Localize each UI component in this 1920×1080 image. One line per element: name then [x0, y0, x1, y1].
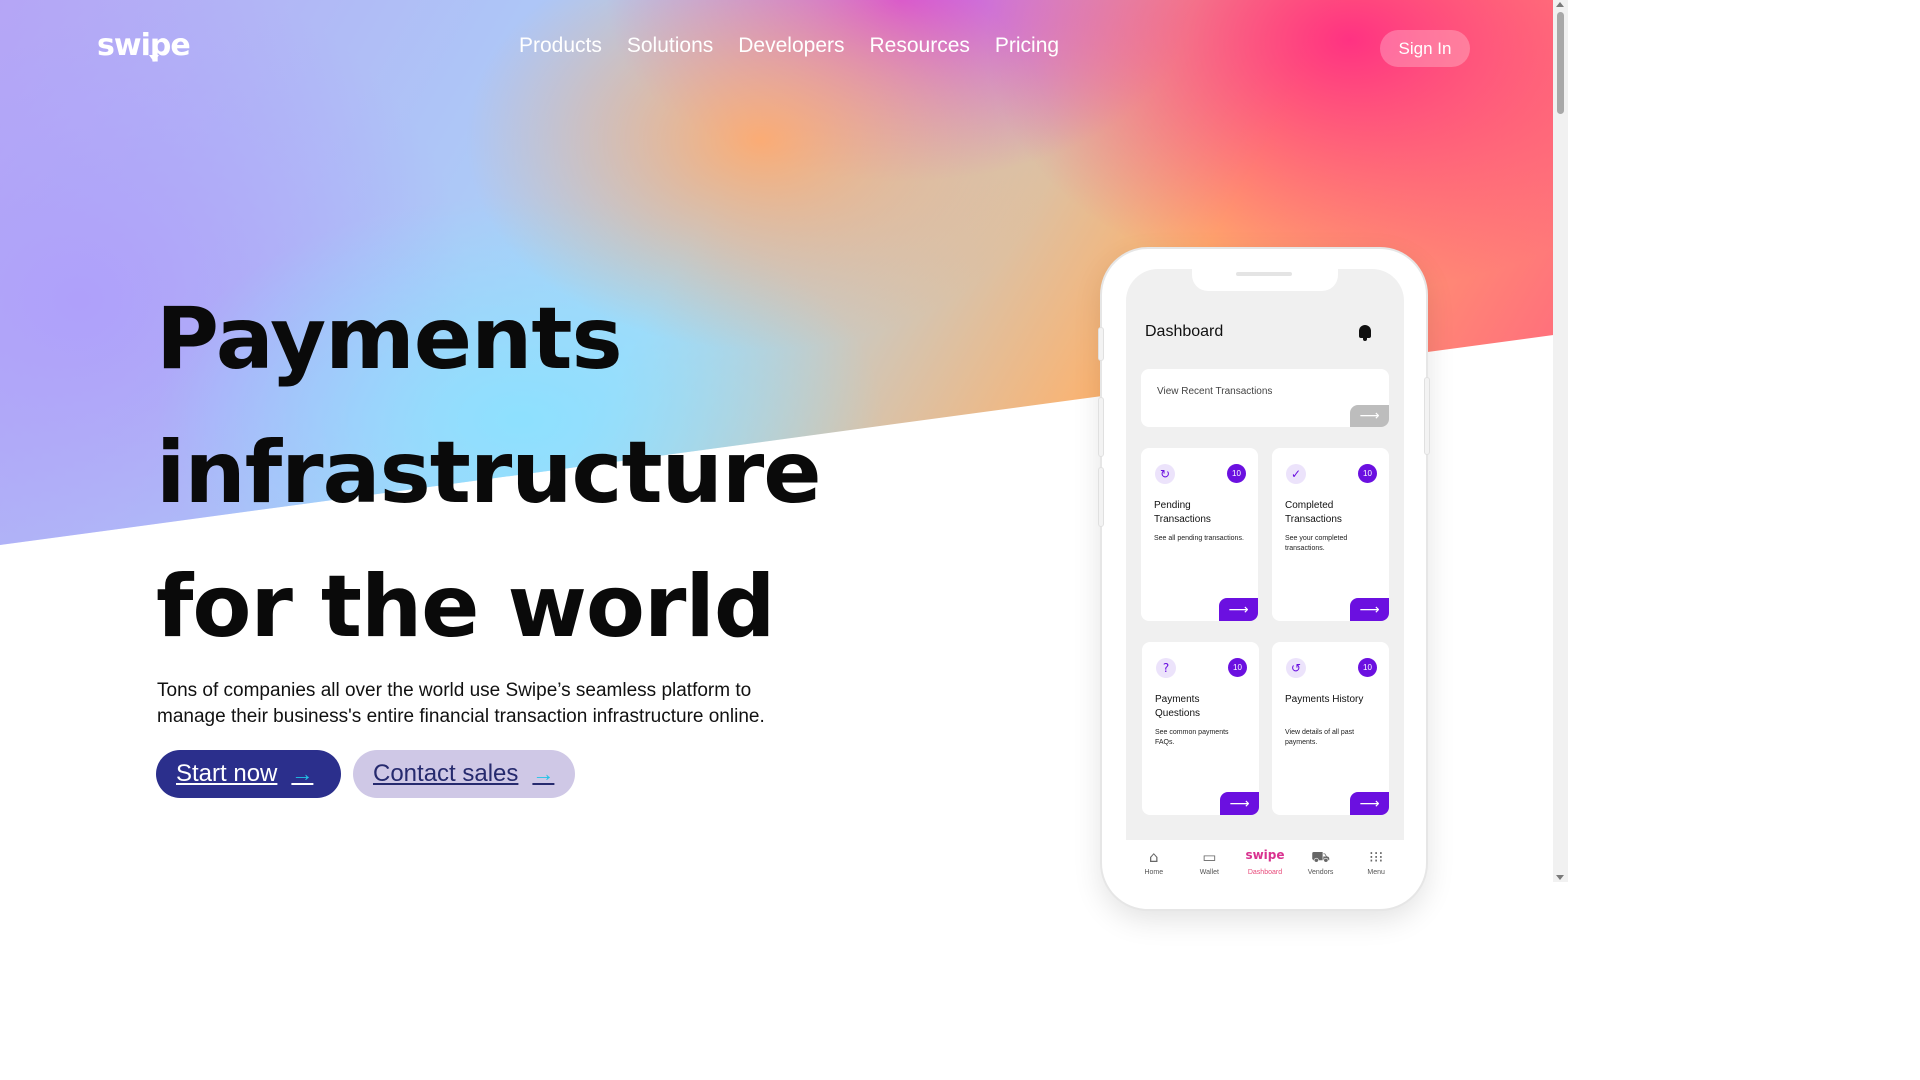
page-scrollbar[interactable]: [1553, 0, 1568, 882]
scroll-up-icon[interactable]: [1556, 2, 1564, 7]
card-description: See all pending transactions.: [1154, 535, 1244, 542]
card-title: Completed Transactions: [1285, 500, 1342, 525]
arrow-right-icon[interactable]: ⟶: [1220, 792, 1259, 815]
tab-label: Wallet: [1199, 869, 1219, 876]
completed-transactions-card[interactable]: ✓ 10 Completed Transactions See your com…: [1272, 448, 1389, 621]
count-badge: 10: [1227, 464, 1246, 483]
phone-side-button: [1098, 327, 1104, 361]
arrow-right-icon: →: [532, 761, 555, 786]
headline-line-2: infrastructure: [156, 423, 822, 523]
nav-resources[interactable]: Resources: [870, 34, 970, 58]
logo-arrow-icon: [149, 55, 159, 62]
count-badge: 10: [1358, 658, 1377, 677]
hero-headline: Payments infrastructure for the world: [156, 272, 822, 674]
phone-tab-bar: ⌂ Home ▭ Wallet swipe Dashboard ⛟ Vendor…: [1126, 840, 1404, 900]
tab-home[interactable]: ⌂ Home: [1130, 848, 1178, 900]
tab-wallet[interactable]: ▭ Wallet: [1185, 848, 1233, 900]
history-icon: ↺: [1286, 658, 1306, 678]
phone-side-button: [1424, 377, 1430, 455]
start-now-label: Start now: [176, 760, 278, 787]
cart-icon: ⛟: [1311, 848, 1331, 866]
refresh-icon: ↻: [1155, 464, 1175, 484]
swipe-logo[interactable]: swipe: [97, 28, 191, 63]
arrow-right-icon: →: [291, 761, 314, 786]
tab-label: Menu: [1367, 869, 1385, 876]
recent-transactions-card[interactable]: View Recent Transactions ⟶: [1141, 369, 1389, 427]
bell-icon[interactable]: [1359, 325, 1371, 341]
headline-line-3: for the world: [156, 557, 775, 657]
question-icon: ?: [1156, 658, 1176, 678]
start-now-button[interactable]: Start now →: [156, 750, 341, 798]
recent-transactions-label: View Recent Transactions: [1157, 386, 1273, 397]
headline-line-1: Payments: [156, 289, 623, 389]
scroll-down-icon[interactable]: [1556, 875, 1564, 880]
payments-history-card[interactable]: ↺ 10 Payments History View details of al…: [1272, 642, 1389, 815]
grid-menu-icon: ⁝⁝⁝: [1369, 848, 1384, 866]
home-icon: ⌂: [1149, 848, 1159, 866]
tab-menu[interactable]: ⁝⁝⁝ Menu: [1352, 848, 1400, 900]
wallet-icon: ▭: [1202, 848, 1217, 866]
check-circle-icon: ✓: [1286, 464, 1306, 484]
phone-side-button: [1098, 467, 1104, 527]
count-badge: 10: [1358, 464, 1377, 483]
arrow-right-icon[interactable]: ⟶: [1350, 405, 1389, 427]
phone-side-button: [1098, 397, 1104, 457]
nav-solutions[interactable]: Solutions: [627, 34, 713, 58]
phone-screen: Dashboard View Recent Transactions ⟶ ↻ 1…: [1126, 269, 1404, 889]
dashboard-title: Dashboard: [1145, 323, 1224, 340]
card-title: Payments Questions: [1155, 694, 1201, 719]
tab-vendors[interactable]: ⛟ Vendors: [1297, 848, 1345, 900]
tab-label: Vendors: [1307, 869, 1334, 876]
nav-developers[interactable]: Developers: [738, 34, 844, 58]
payments-questions-card[interactable]: ? 10 Payments Questions See common payme…: [1142, 642, 1259, 815]
logo-text: swipe: [97, 28, 191, 63]
tab-label: Dashboard: [1247, 869, 1283, 876]
card-description: See your completed transactions.: [1285, 535, 1348, 552]
count-badge: 10: [1228, 658, 1247, 677]
arrow-right-icon[interactable]: ⟶: [1350, 598, 1389, 621]
tab-label: Home: [1144, 869, 1164, 876]
hero-subtext: Tons of companies all over the world use…: [157, 680, 765, 727]
sign-in-button[interactable]: Sign In: [1380, 30, 1470, 67]
card-title: Pending Transactions: [1154, 500, 1211, 525]
swipe-logo-icon: swipe: [1245, 848, 1285, 862]
arrow-right-icon[interactable]: ⟶: [1219, 598, 1258, 621]
card-description: See common payments FAQs.: [1155, 729, 1229, 746]
phone-mockup: Dashboard View Recent Transactions ⟶ ↻ 1…: [1098, 249, 1430, 909]
contact-sales-button[interactable]: Contact sales →: [353, 750, 575, 798]
pending-transactions-card[interactable]: ↻ 10 Pending Transactions See all pendin…: [1141, 448, 1258, 621]
nav-products[interactable]: Products: [519, 34, 602, 58]
nav-pricing[interactable]: Pricing: [995, 34, 1059, 58]
arrow-right-icon[interactable]: ⟶: [1350, 792, 1389, 815]
main-nav: Products Solutions Developers Resources …: [519, 34, 1059, 58]
tab-dashboard[interactable]: swipe Dashboard: [1241, 848, 1289, 900]
card-title: Payments History: [1285, 694, 1364, 705]
card-description: View details of all past payments.: [1285, 729, 1355, 746]
contact-sales-label: Contact sales: [373, 760, 519, 787]
scrollbar-thumb[interactable]: [1557, 12, 1564, 114]
phone-speaker: [1236, 272, 1292, 276]
